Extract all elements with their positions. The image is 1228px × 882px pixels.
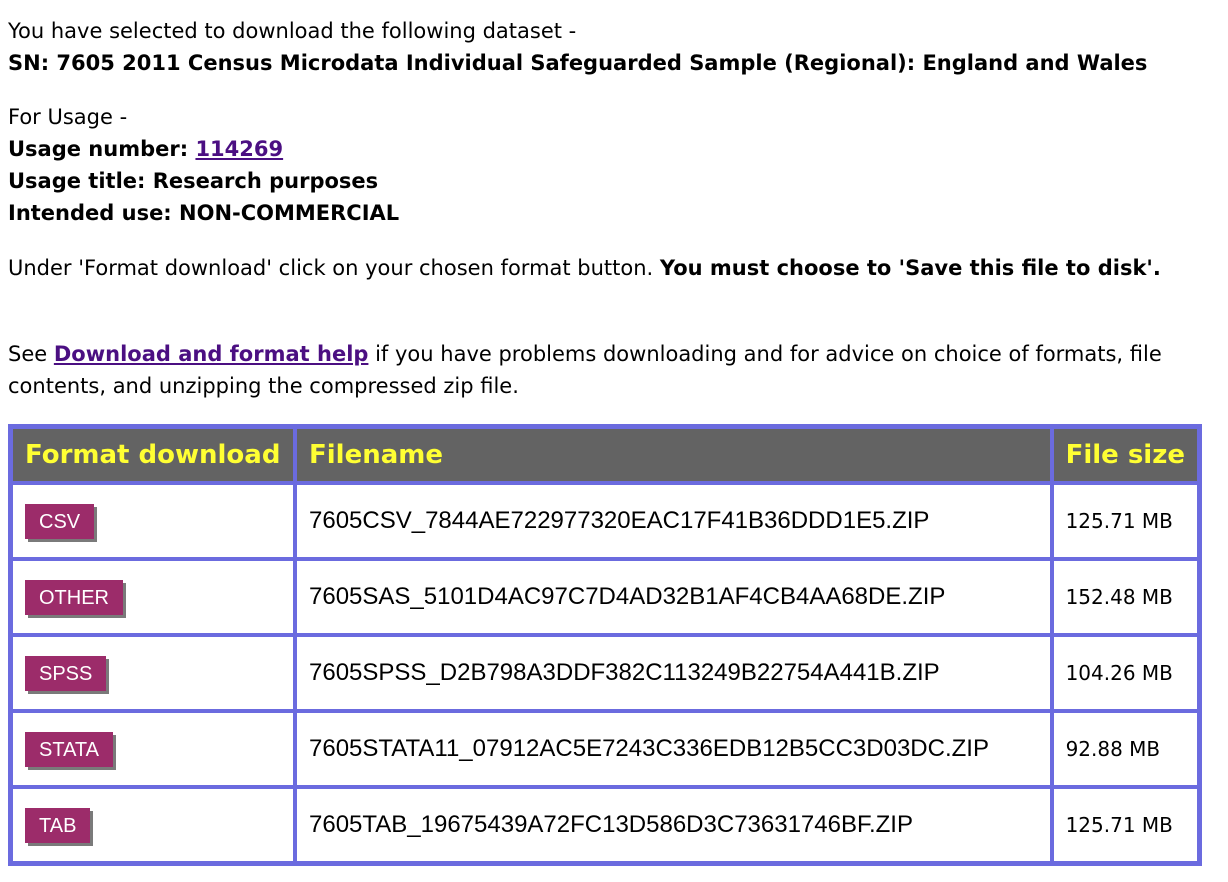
- usage-number-line: Usage number: 114269: [8, 133, 1220, 165]
- file-size-cell: 125.71 MB: [1051, 787, 1199, 863]
- file-size-cell: 125.71 MB: [1051, 483, 1199, 559]
- other-download-button[interactable]: OTHER: [25, 579, 123, 615]
- file-size-cell: 152.48 MB: [1051, 559, 1199, 635]
- filename-cell: 7605TAB_19675439A72FC13D586D3C73631746BF…: [295, 787, 1052, 863]
- table-row: TAB 7605TAB_19675439A72FC13D586D3C736317…: [11, 787, 1199, 863]
- intro-text: You have selected to download the follow…: [8, 19, 577, 43]
- format-cell: OTHER: [11, 559, 295, 635]
- table-row: CSV 7605CSV_7844AE722977320EAC17F41B36DD…: [11, 483, 1199, 559]
- help-paragraph: See Download and format help if you have…: [8, 338, 1198, 402]
- usage-title: Usage title: Research purposes: [8, 169, 379, 193]
- table-row: SPSS 7605SPSS_D2B798A3DDF382C113249B2275…: [11, 635, 1199, 711]
- filename-cell: 7605CSV_7844AE722977320EAC17F41B36DDD1E5…: [295, 483, 1052, 559]
- intended-use: Intended use: NON-COMMERCIAL: [8, 201, 400, 225]
- instructions-bold: You must choose to 'Save this file to di…: [659, 256, 1161, 280]
- format-cell: CSV: [11, 483, 295, 559]
- table-row: OTHER 7605SAS_5101D4AC97C7D4AD32B1AF4CB4…: [11, 559, 1199, 635]
- usage-heading: For Usage -: [8, 105, 128, 129]
- format-cell: STATA: [11, 711, 295, 787]
- download-table: Format download Filename File size CSV 7…: [8, 424, 1202, 866]
- filename-cell: 7605SPSS_D2B798A3DDF382C113249B22754A441…: [295, 635, 1052, 711]
- format-cell: SPSS: [11, 635, 295, 711]
- tab-download-button[interactable]: TAB: [25, 807, 91, 843]
- header-filename: Filename: [295, 427, 1052, 483]
- help-before: See: [8, 342, 54, 366]
- usage-number-link[interactable]: 114269: [195, 137, 283, 161]
- csv-download-button[interactable]: CSV: [25, 503, 95, 539]
- instructions-text: Under 'Format download' click on your ch…: [8, 252, 1198, 284]
- instructions-plain: Under 'Format download' click on your ch…: [8, 256, 660, 280]
- header-file-size: File size: [1051, 427, 1199, 483]
- usage-section: For Usage - Usage number: 114269 Usage t…: [8, 101, 1220, 229]
- table-header-row: Format download Filename File size: [11, 427, 1199, 483]
- download-format-help-link[interactable]: Download and format help: [54, 342, 369, 366]
- format-cell: TAB: [11, 787, 295, 863]
- help-text: See Download and format help if you have…: [8, 338, 1198, 402]
- file-size-cell: 92.88 MB: [1051, 711, 1199, 787]
- header-format-download: Format download: [11, 427, 295, 483]
- dataset-title: SN: 7605 2011 Census Microdata Individua…: [8, 51, 1148, 75]
- dataset-intro: You have selected to download the follow…: [8, 15, 1220, 79]
- stata-download-button[interactable]: STATA: [25, 731, 113, 767]
- usage-number-label: Usage number:: [8, 137, 196, 161]
- download-instructions: Under 'Format download' click on your ch…: [8, 252, 1198, 284]
- filename-cell: 7605STATA11_07912AC5E7243C336EDB12B5CC3D…: [295, 711, 1052, 787]
- filename-cell: 7605SAS_5101D4AC97C7D4AD32B1AF4CB4AA68DE…: [295, 559, 1052, 635]
- table-row: STATA 7605STATA11_07912AC5E7243C336EDB12…: [11, 711, 1199, 787]
- file-size-cell: 104.26 MB: [1051, 635, 1199, 711]
- spss-download-button[interactable]: SPSS: [25, 655, 107, 691]
